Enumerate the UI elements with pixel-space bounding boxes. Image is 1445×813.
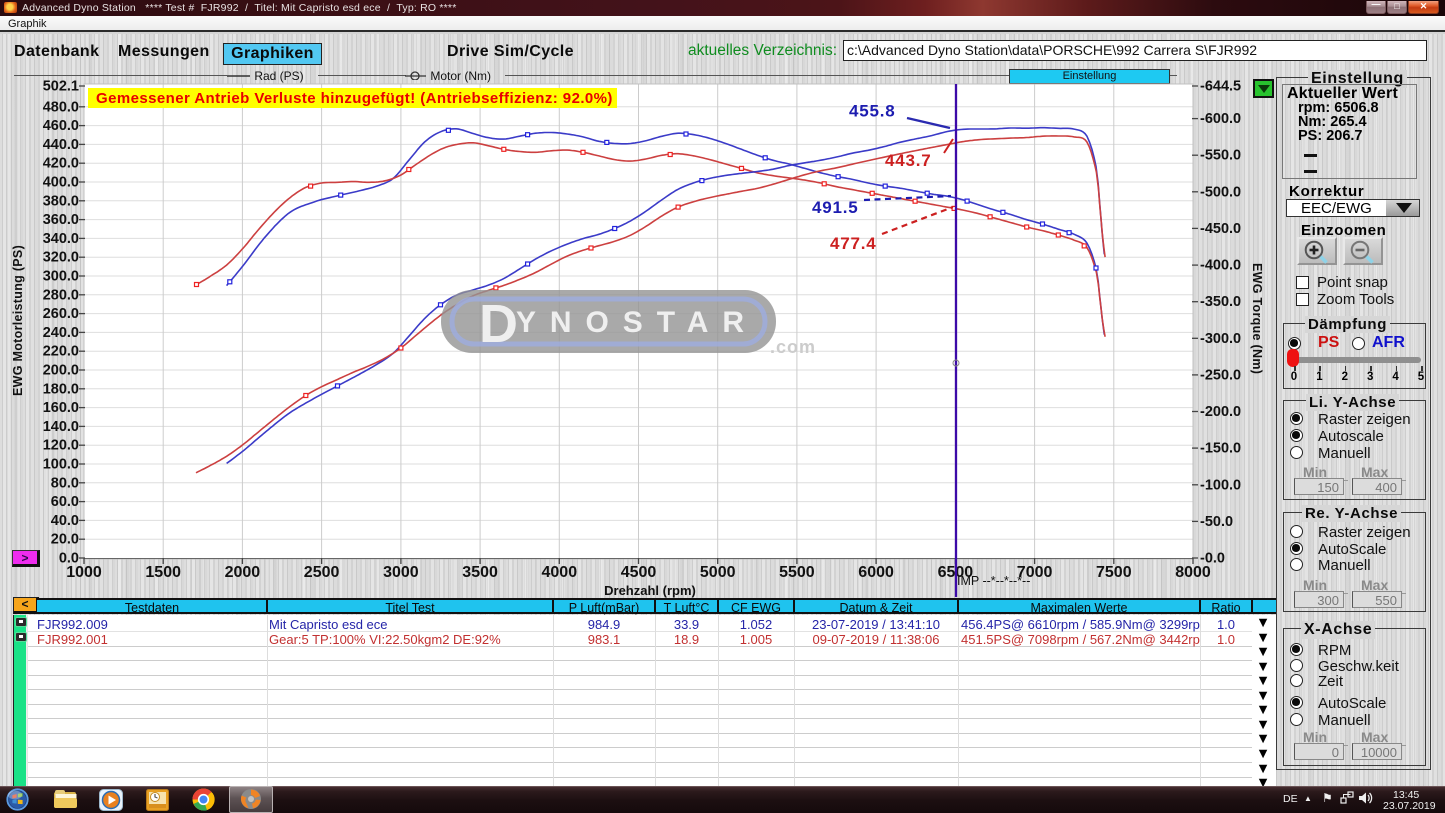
svg-text:140.0: 140.0 — [43, 419, 79, 435]
svg-text:.com: .com — [770, 337, 816, 357]
svg-text:460.0: 460.0 — [43, 118, 79, 134]
svg-text:-400.0: -400.0 — [1200, 258, 1241, 274]
svg-text:2000: 2000 — [225, 564, 261, 581]
svg-text:8000: 8000 — [1175, 564, 1211, 581]
svg-text:320.0: 320.0 — [43, 250, 79, 266]
svg-text:455.8: 455.8 — [849, 102, 896, 121]
svg-text:-600.0: -600.0 — [1200, 111, 1241, 127]
svg-text:-350.0: -350.0 — [1200, 294, 1241, 310]
svg-text:200.0: 200.0 — [43, 363, 79, 379]
svg-text:100.0: 100.0 — [43, 457, 79, 473]
svg-text:-300.0: -300.0 — [1200, 331, 1241, 347]
svg-text:2500: 2500 — [304, 564, 340, 581]
svg-text:4000: 4000 — [542, 564, 578, 581]
svg-text:Gemessener Antrieb Verluste hi: Gemessener Antrieb Verluste hinzugefügt!… — [96, 90, 613, 107]
svg-text:-500.0: -500.0 — [1200, 184, 1241, 200]
svg-text:440.0: 440.0 — [43, 137, 79, 153]
svg-text:4500: 4500 — [621, 564, 657, 581]
svg-text:420.0: 420.0 — [43, 156, 79, 172]
svg-text:D: D — [479, 294, 518, 354]
svg-text:120.0: 120.0 — [43, 438, 79, 454]
svg-text:491.5: 491.5 — [812, 198, 859, 217]
svg-text:5000: 5000 — [700, 564, 736, 581]
svg-text:280.0: 280.0 — [43, 287, 79, 303]
svg-text:1000: 1000 — [66, 564, 102, 581]
svg-text:240.0: 240.0 — [43, 325, 79, 341]
svg-text:-250.0: -250.0 — [1200, 367, 1241, 383]
svg-text:-200.0: -200.0 — [1200, 404, 1241, 420]
svg-text:20.0: 20.0 — [51, 532, 79, 548]
svg-text:220.0: 220.0 — [43, 344, 79, 360]
svg-text:443.7: 443.7 — [885, 151, 932, 170]
svg-text:380.0: 380.0 — [43, 193, 79, 209]
svg-text:7500: 7500 — [1096, 564, 1132, 581]
svg-text:1500: 1500 — [145, 564, 181, 581]
svg-text:180.0: 180.0 — [43, 381, 79, 397]
svg-text:80.0: 80.0 — [51, 475, 79, 491]
svg-text:3000: 3000 — [383, 564, 419, 581]
svg-text:60.0: 60.0 — [51, 494, 79, 510]
svg-text:360.0: 360.0 — [43, 212, 79, 228]
svg-text:160.0: 160.0 — [43, 400, 79, 416]
svg-text:3500: 3500 — [462, 564, 498, 581]
svg-text:5500: 5500 — [779, 564, 815, 581]
svg-text:300.0: 300.0 — [43, 269, 79, 285]
svg-text:-450.0: -450.0 — [1200, 221, 1241, 237]
svg-text:477.4: 477.4 — [830, 234, 877, 253]
svg-text:-550.0: -550.0 — [1200, 148, 1241, 164]
svg-text:260.0: 260.0 — [43, 306, 79, 322]
svg-text:340.0: 340.0 — [43, 231, 79, 247]
svg-text:480.0: 480.0 — [43, 99, 79, 115]
svg-text:-50.0: -50.0 — [1200, 514, 1233, 530]
svg-text:502.1: 502.1 — [43, 79, 79, 95]
svg-text:-644.5: -644.5 — [1200, 79, 1241, 95]
svg-text:6000: 6000 — [858, 564, 894, 581]
svg-text:-150.0: -150.0 — [1200, 441, 1241, 457]
svg-text:-100.0: -100.0 — [1200, 477, 1241, 493]
svg-text:400.0: 400.0 — [43, 175, 79, 191]
svg-text:40.0: 40.0 — [51, 513, 79, 529]
